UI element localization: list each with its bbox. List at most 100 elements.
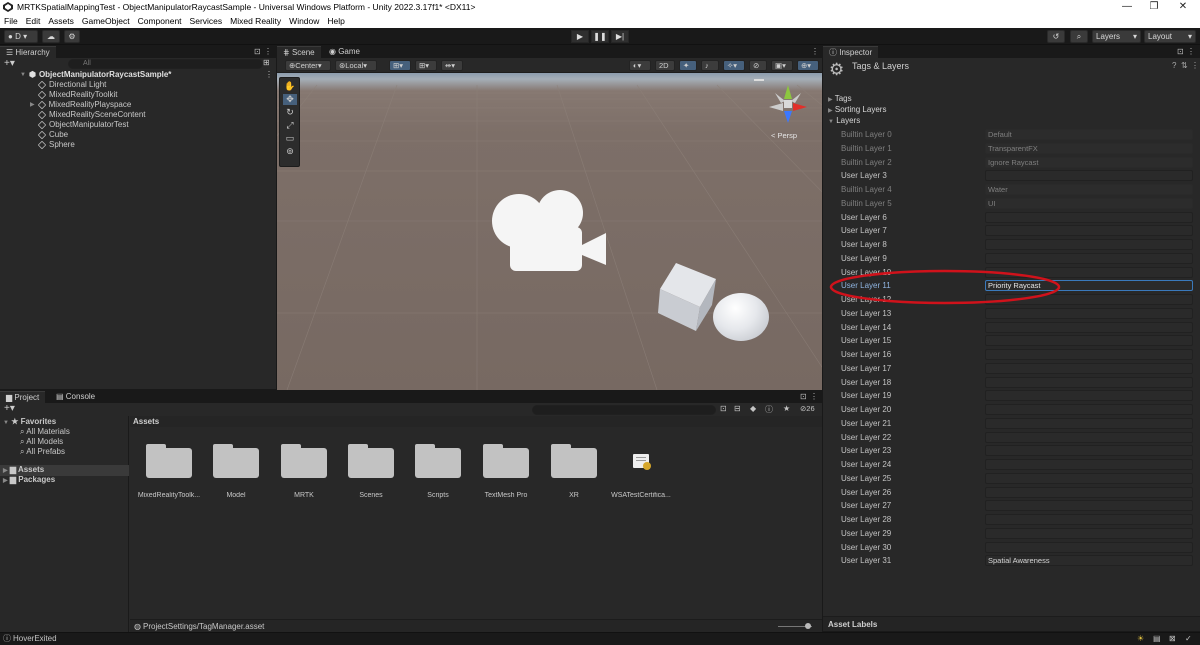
folder-item[interactable]: MixedRealityToolk... bbox=[136, 444, 202, 499]
layer-name-field[interactable] bbox=[985, 321, 1193, 333]
play-button[interactable]: ▶ bbox=[571, 30, 589, 43]
tab-project[interactable]: ▆ Project bbox=[0, 391, 46, 403]
audio-toggle-icon[interactable]: ♪ bbox=[701, 60, 719, 71]
layer-name-field[interactable] bbox=[985, 225, 1193, 237]
hierarchy-item[interactable]: ▶ MixedRealityPlayspace bbox=[30, 100, 131, 110]
hidden-objects-icon[interactable]: ⊘ bbox=[749, 60, 767, 71]
search-by-type-icon[interactable]: ⊡ bbox=[720, 404, 727, 413]
tab-game[interactable]: ◉ Game bbox=[323, 46, 366, 58]
layer-name-field[interactable] bbox=[985, 459, 1193, 470]
layer-name-field[interactable]: Spatial Awareness bbox=[985, 555, 1193, 567]
filter-icon[interactable]: ⊞ bbox=[263, 58, 270, 67]
mode-2d-button[interactable]: 2D bbox=[655, 60, 675, 71]
menu-mixed-reality[interactable]: Mixed Reality bbox=[230, 16, 281, 26]
status-message[interactable]: HoverExited bbox=[13, 633, 57, 645]
star-icon[interactable]: ★ bbox=[783, 404, 790, 413]
layout-dropdown[interactable]: Layout ▾ bbox=[1144, 30, 1196, 43]
scene-menu-icon[interactable]: ⋮ bbox=[265, 70, 273, 79]
info-icon[interactable]: ⓘ bbox=[765, 404, 773, 415]
hierarchy-item[interactable]: MixedRealityToolkit bbox=[37, 90, 117, 100]
rotate-tool-icon[interactable]: ↻ bbox=[283, 107, 297, 118]
account-dropdown[interactable]: ● D ▾ bbox=[4, 30, 38, 43]
gizmo-menu-handle[interactable] bbox=[754, 79, 764, 81]
layer-name-field[interactable] bbox=[985, 335, 1193, 347]
menu-help[interactable]: Help bbox=[327, 16, 344, 26]
gizmos-toggle-icon[interactable]: ⊕▾ bbox=[797, 60, 819, 71]
panel-menu-icon[interactable]: ⋮ bbox=[264, 46, 272, 58]
panel-menu-icon[interactable]: ⋮ bbox=[810, 391, 818, 403]
layer-name-field[interactable] bbox=[985, 486, 1193, 498]
lock-icon[interactable]: ⊡ bbox=[254, 46, 261, 58]
layer-name-field[interactable] bbox=[985, 376, 1193, 388]
lighting-status-icon[interactable]: ☀ bbox=[1137, 633, 1144, 645]
layer-name-field[interactable] bbox=[985, 362, 1193, 374]
layer-name-field[interactable] bbox=[985, 445, 1193, 457]
hierarchy-search-input[interactable]: All bbox=[68, 59, 263, 69]
favorite-item[interactable]: ⌕ All Models bbox=[20, 437, 63, 447]
collab-icon[interactable]: ⚙ bbox=[64, 30, 80, 43]
close-button[interactable]: ✕ bbox=[1170, 0, 1196, 14]
tab-scene[interactable]: ⋕ Scene bbox=[277, 46, 321, 58]
hierarchy-item[interactable]: Sphere bbox=[37, 140, 75, 150]
folder-item[interactable]: XR bbox=[541, 444, 607, 499]
help-icon[interactable]: ? bbox=[1172, 61, 1176, 70]
move-tool-icon[interactable]: ✥ bbox=[283, 94, 297, 105]
camera-settings-icon[interactable]: ▣▾ bbox=[771, 60, 793, 71]
project-search-input[interactable] bbox=[532, 405, 716, 415]
icon-size-slider-handle[interactable] bbox=[805, 623, 811, 629]
menu-services[interactable]: Services bbox=[190, 16, 223, 26]
menu-gameobject[interactable]: GameObject bbox=[82, 16, 130, 26]
folder-item[interactable]: TextMesh Pro bbox=[473, 444, 539, 499]
search-by-label-icon[interactable]: ⊟ bbox=[734, 404, 741, 413]
search-icon[interactable]: ⌕ bbox=[1070, 30, 1088, 43]
layer-name-field[interactable] bbox=[985, 472, 1193, 484]
scale-tool-icon[interactable]: ⤢ bbox=[283, 120, 297, 131]
favorite-item[interactable]: ⌕ All Prefabs bbox=[20, 447, 65, 457]
lock-icon[interactable]: ⊡ bbox=[800, 391, 807, 403]
maximize-button[interactable]: ❐ bbox=[1141, 0, 1167, 14]
pause-button[interactable]: ❚❚ bbox=[591, 30, 609, 43]
layer-name-field[interactable] bbox=[985, 404, 1193, 415]
lock-icon[interactable]: ⊡ bbox=[1177, 46, 1184, 58]
layer-name-field[interactable] bbox=[985, 431, 1193, 443]
tab-console[interactable]: ▤ Console bbox=[50, 391, 102, 403]
expand-arrow-icon[interactable]: ▶ bbox=[30, 100, 35, 110]
expand-arrow-icon[interactable]: ▼ bbox=[20, 70, 26, 80]
effects-toggle-icon[interactable]: ✧▾ bbox=[723, 60, 745, 71]
menu-assets[interactable]: Assets bbox=[48, 16, 74, 26]
folder-item[interactable]: Scenes bbox=[338, 444, 404, 499]
projection-label[interactable]: < Persp bbox=[771, 131, 797, 140]
hierarchy-item[interactable]: Directional Light bbox=[37, 80, 106, 90]
tab-inspector[interactable]: ⓘ Inspector bbox=[823, 46, 879, 58]
grid-icon[interactable]: ⊞▾ bbox=[415, 60, 437, 71]
undo-history-icon[interactable]: ↺ bbox=[1047, 30, 1065, 43]
cloud-icon[interactable]: ☁ bbox=[42, 30, 60, 43]
layer-name-field[interactable] bbox=[985, 252, 1193, 264]
scene-root-row[interactable]: ▼ ⬢ ObjectManipulatorRaycastSample* bbox=[20, 70, 171, 80]
sphere-object[interactable] bbox=[713, 293, 769, 341]
menu-component[interactable]: Component bbox=[138, 16, 182, 26]
pivot-dropdown[interactable]: ⊕Center▾ bbox=[285, 60, 331, 71]
layer-name-field[interactable] bbox=[985, 211, 1193, 223]
layer-name-field[interactable] bbox=[985, 390, 1193, 402]
layer-name-field[interactable] bbox=[985, 514, 1193, 525]
folder-item[interactable]: Model bbox=[203, 444, 269, 499]
transform-tool-icon[interactable]: ⊚ bbox=[283, 146, 297, 157]
layer-name-field[interactable] bbox=[985, 349, 1193, 360]
menu-window[interactable]: Window bbox=[289, 16, 319, 26]
step-button[interactable]: ▶| bbox=[611, 30, 629, 43]
panel-menu-icon[interactable]: ⋮ bbox=[811, 46, 819, 58]
layer-name-field[interactable] bbox=[985, 500, 1193, 512]
tree-item-packages[interactable]: ▶ ▆ Packages bbox=[3, 475, 55, 486]
layers-dropdown[interactable]: Layers ▾ bbox=[1092, 30, 1141, 43]
hand-tool-icon[interactable]: ✋ bbox=[283, 81, 297, 92]
lighting-toggle-icon[interactable]: ✦ bbox=[679, 60, 697, 71]
folder-item[interactable]: MRTK bbox=[271, 444, 337, 499]
component-menu-icon[interactable]: ⋮ bbox=[1191, 61, 1199, 70]
layer-name-field[interactable] bbox=[985, 170, 1193, 182]
tab-hierarchy[interactable]: ☰ Hierarchy bbox=[0, 46, 56, 58]
network-icon[interactable]: ⊠ bbox=[1169, 633, 1176, 645]
presets-icon[interactable]: ⇅ bbox=[1181, 61, 1188, 70]
ok-status-icon[interactable]: ✓ bbox=[1185, 633, 1192, 645]
space-dropdown[interactable]: ⊛Local▾ bbox=[335, 60, 377, 71]
